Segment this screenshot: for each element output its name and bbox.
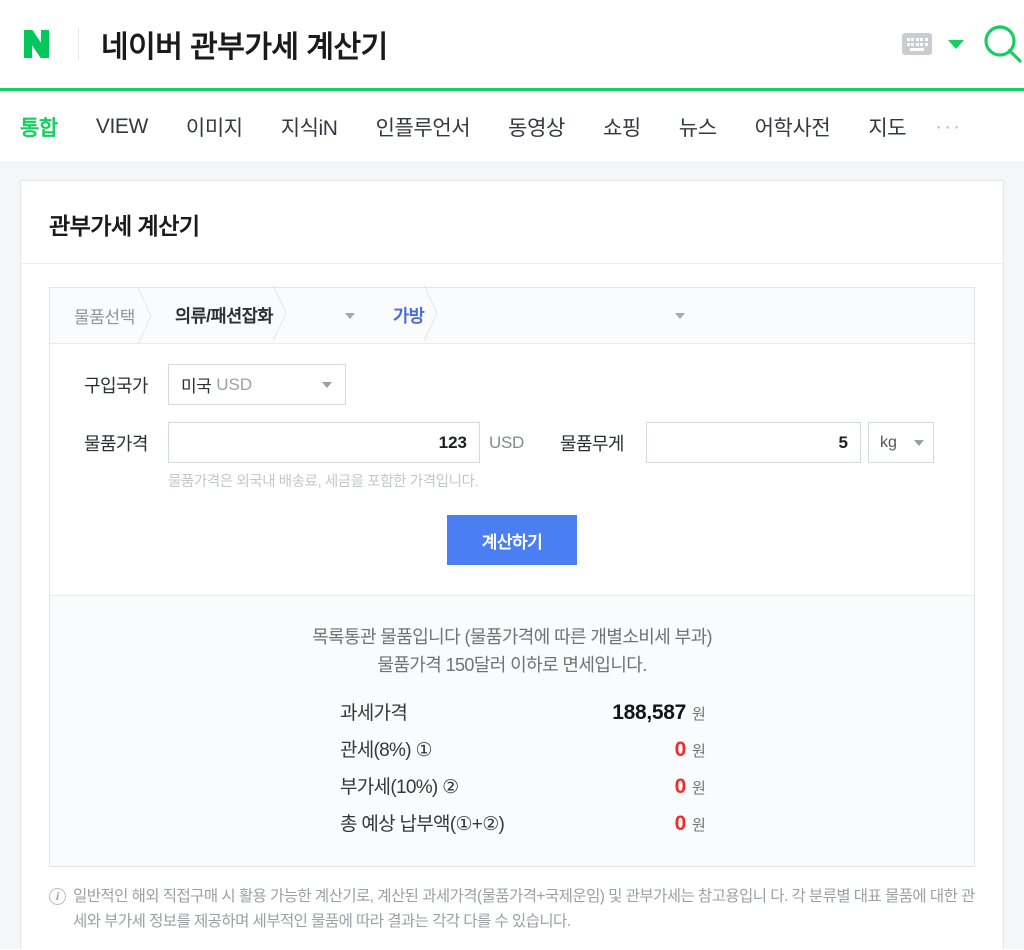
result-row: 과세가격 188,587 원: [340, 698, 712, 725]
tab-news[interactable]: 뉴스: [660, 112, 736, 142]
category-value: 의류/패션잡화: [174, 306, 273, 326]
result-value: 0: [674, 774, 687, 798]
calculator-form: 구입국가 미국 USD 물품가격 123 USD 물품무게 5 kg 물품가격은…: [50, 344, 974, 595]
chevron-down-icon: [344, 312, 355, 319]
country-currency: USD: [216, 374, 253, 394]
price-input[interactable]: 123: [168, 422, 480, 463]
card-header: 관부가세 계산기: [21, 181, 1003, 264]
result-label: 관세(8%) ①: [340, 739, 432, 761]
subcategory-dropdown[interactable]: 가방: [369, 284, 699, 346]
tab-dictionary[interactable]: 어학사전: [736, 112, 850, 142]
currency-suffix: 원: [692, 779, 706, 797]
result-list: 과세가격 188,587 원 관세(8%) ① 0 원 부가세(10%) ② 0: [312, 698, 712, 836]
breadcrumb-separator-icon: [423, 284, 438, 346]
result-area: 목록통관 물품입니다 (물품가격에 따른 개별소비세 부과) 물품가격 150달…: [50, 595, 974, 866]
chevron-down-icon: [674, 312, 685, 319]
page-title: 네이버 관부가세 계산기: [101, 31, 388, 64]
chevron-down-icon[interactable]: [948, 39, 964, 49]
tab-map[interactable]: 지도: [849, 112, 925, 142]
subcategory-value: 가방: [392, 306, 425, 326]
result-row: 총 예상 납부액(①+②) 0 원: [340, 809, 712, 836]
header-divider: [78, 27, 79, 61]
page-header: 네이버 관부가세 계산기: [0, 0, 1024, 88]
card-title: 관부가세 계산기: [49, 213, 200, 239]
result-value: 0: [674, 737, 687, 761]
result-label: 총 예상 납부액(①+②): [340, 813, 505, 835]
weight-unit-select[interactable]: kg: [868, 422, 934, 463]
result-value: 0: [674, 811, 687, 835]
weight-unit-value: kg: [880, 433, 897, 451]
result-label: 부가세(10%) ②: [340, 776, 459, 798]
price-label: 물품가격: [84, 433, 148, 454]
result-value: 188,587: [612, 700, 686, 724]
keyboard-icon[interactable]: [902, 33, 932, 55]
breadcrumb-label: 물품선택: [50, 288, 152, 344]
country-row: 구입국가 미국 USD: [50, 364, 974, 405]
weight-value: 5: [838, 432, 848, 452]
tab-shopping[interactable]: 쇼핑: [584, 112, 660, 142]
price-helper-text: 물품가격은 외국내 배송료, 세금을 포함한 가격입니다.: [168, 474, 479, 490]
weight-input[interactable]: 5: [646, 422, 861, 463]
currency-suffix: 원: [692, 705, 706, 723]
breadcrumb-separator-icon: [272, 284, 287, 346]
result-notice: 목록통관 물품입니다 (물품가격에 따른 개별소비세 부과) 물품가격 150달…: [50, 623, 974, 680]
breadcrumb: 물품선택 의류/패션잡화 가방: [50, 284, 974, 346]
result-row: 부가세(10%) ② 0 원: [340, 772, 712, 799]
tab-influencer[interactable]: 인플루언서: [357, 112, 490, 142]
price-value: 123: [438, 432, 467, 452]
price-weight-row: 물품가격 123 USD 물품무게 5 kg: [50, 422, 974, 463]
chevron-down-icon: [322, 381, 332, 388]
calculator-wrapper: 물품선택 의류/패션잡화 가방 구입국가 미국 USD 물품가격 123 USD…: [21, 264, 1003, 867]
calculator-box: 물품선택 의류/패션잡화 가방 구입국가 미국 USD 물품가격 123 USD…: [49, 284, 975, 867]
disclaimer-note: i 일반적인 해외 직접구매 시 활용 가능한 계산기로, 계산된 과세가격(물…: [21, 867, 1003, 934]
country-value: 미국: [181, 377, 212, 396]
breadcrumb-label-text: 물품선택: [74, 308, 135, 327]
country-label: 구입국가: [84, 375, 148, 396]
currency-suffix: 원: [692, 742, 706, 760]
price-unit-label: USD: [489, 432, 524, 452]
header-actions: [902, 22, 1022, 66]
chevron-down-icon: [914, 439, 924, 446]
weight-label: 물품무게: [560, 433, 624, 454]
info-icon: i: [49, 887, 66, 905]
result-label: 과세가격: [340, 702, 408, 724]
submit-row: 계산하기: [50, 491, 974, 595]
naver-n-logo[interactable]: [20, 27, 54, 61]
calculator-card: 관부가세 계산기 물품선택 의류/패션잡화 가방 구입국가 미국 USD 물품가…: [20, 180, 1004, 949]
tab-jisikin[interactable]: 지식iN: [262, 112, 357, 142]
category-dropdown[interactable]: 의류/패션잡화: [151, 284, 369, 346]
result-notice-line2: 물품가격 150달러 이하로 면세입니다.: [377, 655, 647, 676]
tab-video[interactable]: 동영상: [489, 112, 584, 142]
currency-suffix: 원: [692, 816, 706, 834]
disclaimer-text: 일반적인 해외 직접구매 시 활용 가능한 계산기로, 계산된 과세가격(물품가…: [73, 884, 975, 934]
calculate-button[interactable]: 계산하기: [447, 515, 577, 565]
search-tabs: 통합 VIEW 이미지 지식iN 인플루언서 동영상 쇼핑 뉴스 어학사전 지도…: [0, 91, 1024, 163]
country-select[interactable]: 미국 USD: [168, 364, 346, 405]
result-notice-line1: 목록통관 물품입니다 (물품가격에 따른 개별소비세 부과): [312, 627, 712, 647]
breadcrumb-separator-icon: [137, 288, 152, 344]
disclaimer-line1: 일반적인 해외 직접구매 시 활용 가능한 계산기로, 계산된 과세가격(물품가…: [73, 887, 767, 905]
tab-tonghap[interactable]: 통합: [20, 112, 77, 142]
tab-overflow-icon[interactable]: ···: [925, 115, 962, 139]
tab-image[interactable]: 이미지: [167, 112, 262, 142]
page-background: 관부가세 계산기 물품선택 의류/패션잡화 가방 구입국가 미국 USD 물품가…: [0, 163, 1024, 949]
tab-view[interactable]: VIEW: [77, 115, 167, 139]
result-row: 관세(8%) ① 0 원: [340, 735, 712, 762]
search-icon[interactable]: [980, 22, 1024, 66]
